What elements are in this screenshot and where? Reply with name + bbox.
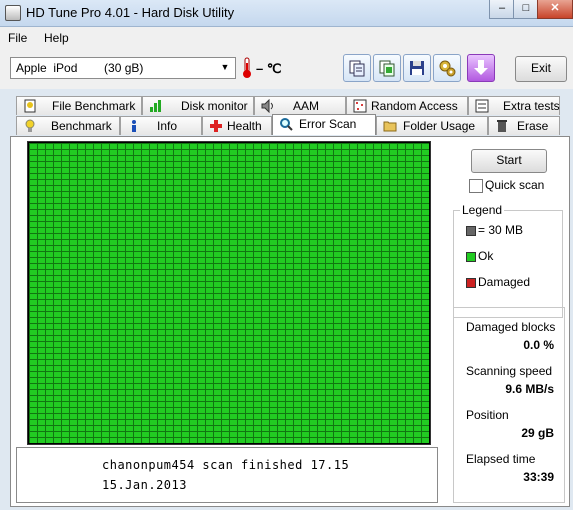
legend-block-label: = 30 MB xyxy=(478,223,524,237)
elapsed-time-value: 33:39 xyxy=(523,470,554,484)
thermometer-icon xyxy=(243,57,251,78)
copy-icon xyxy=(349,60,365,77)
scan-block-grid xyxy=(29,143,429,443)
menu-help[interactable]: Help xyxy=(44,31,69,45)
tab-label: Erase xyxy=(517,119,549,133)
notes-line-2: 15.Jan.2013 xyxy=(102,478,187,492)
notes-line-1: chanonpum454 scan finished 17.15 xyxy=(102,458,350,472)
tab-label: Random Access xyxy=(371,99,458,113)
magnifier-icon xyxy=(280,118,293,131)
exit-button[interactable]: Exit xyxy=(515,56,567,82)
copy-all-icon xyxy=(379,60,395,77)
scan-block-map xyxy=(27,141,431,445)
legend-group: Legend = 30 MB Ok Damaged xyxy=(453,203,563,318)
tab-label: Info xyxy=(157,119,178,133)
scanning-speed-label: Scanning speed xyxy=(466,364,553,378)
tab-label: Error Scan xyxy=(299,117,357,131)
position-label: Position xyxy=(466,408,509,422)
legend-ok-swatch xyxy=(466,252,476,262)
copy-all-button[interactable] xyxy=(373,54,401,82)
tab-extra-tests[interactable]: Extra tests xyxy=(468,96,560,115)
tab-erase[interactable]: Erase xyxy=(488,116,560,135)
drive-select[interactable]: Apple iPod (30 gB) ▼ xyxy=(10,57,236,79)
gears-icon xyxy=(439,60,456,77)
tab-row-bottom: Benchmark Info Health Error Scan Folder … xyxy=(10,114,570,136)
minimize-button[interactable]: – xyxy=(489,0,515,19)
scanning-speed-value: 9.6 MB/s xyxy=(505,382,554,396)
start-button[interactable]: Start xyxy=(471,149,547,173)
tab-label: Health xyxy=(227,119,262,133)
tab-label: Folder Usage xyxy=(403,119,476,133)
folder-icon xyxy=(383,121,397,132)
tab-error-scan[interactable]: Error Scan xyxy=(272,114,376,135)
scan-stats-group: Damaged blocks 0.0 % Scanning speed 9.6 … xyxy=(453,307,565,503)
title-bar: HD Tune Pro 4.01 - Hard Disk Utility – □… xyxy=(0,0,573,27)
legend-damaged-label: Damaged xyxy=(478,275,531,289)
menu-file[interactable]: File xyxy=(8,31,27,45)
close-button[interactable]: ✕ xyxy=(537,0,573,19)
tab-label: AAM xyxy=(293,99,320,113)
arrow-down-icon xyxy=(474,60,488,75)
legend-block-swatch xyxy=(466,226,476,236)
tab-row-top: File Benchmark Disk monitor AAM Random A… xyxy=(10,96,570,116)
lightbulb-icon xyxy=(25,119,35,132)
legend-ok-label: Ok xyxy=(478,249,494,263)
temperature-readout: – ℃ xyxy=(256,61,282,76)
error-scan-panel: chanonpum454 scan finished 17.15 15.Jan.… xyxy=(10,136,570,507)
tab-label: Extra tests xyxy=(503,99,560,113)
copy-info-button[interactable] xyxy=(343,54,371,82)
floppy-save-icon xyxy=(410,61,424,75)
notes-box[interactable]: chanonpum454 scan finished 17.15 15.Jan.… xyxy=(16,447,438,503)
legend-damaged-swatch xyxy=(466,278,476,288)
toolbar: Apple iPod (30 gB) ▼ – ℃ Exit xyxy=(0,49,573,89)
menu-bar: File Help xyxy=(0,27,573,49)
trash-icon xyxy=(497,120,507,132)
tab-random-access[interactable]: Random Access xyxy=(346,96,468,115)
options-button[interactable] xyxy=(433,54,461,82)
quick-scan-label: Quick scan xyxy=(485,178,545,192)
download-button[interactable] xyxy=(467,54,495,82)
tab-info[interactable]: Info xyxy=(120,116,202,135)
elapsed-time-label: Elapsed time xyxy=(466,452,536,466)
speaker-icon xyxy=(261,99,273,113)
file-benchmark-icon xyxy=(24,99,36,113)
health-cross-icon xyxy=(210,120,222,132)
position-value: 29 gB xyxy=(521,426,554,440)
tab-health[interactable]: Health xyxy=(202,116,272,135)
tab-label: Disk monitor xyxy=(181,99,248,113)
tab-benchmark[interactable]: Benchmark xyxy=(16,116,120,135)
random-access-icon xyxy=(353,99,367,113)
info-icon xyxy=(132,120,136,132)
disk-monitor-icon xyxy=(150,100,161,112)
tab-label: Benchmark xyxy=(51,119,112,133)
damaged-blocks-value: 0.0 % xyxy=(523,338,554,352)
legend-title: Legend xyxy=(460,203,505,217)
chevron-down-icon: ▼ xyxy=(220,62,230,72)
tab-file-benchmark[interactable]: File Benchmark xyxy=(16,96,142,115)
tab-disk-monitor[interactable]: Disk monitor xyxy=(142,96,254,115)
tab-label: File Benchmark xyxy=(52,99,136,113)
drive-select-value: Apple iPod (30 gB) xyxy=(16,61,144,75)
tab-folder-usage[interactable]: Folder Usage xyxy=(376,116,488,135)
damaged-blocks-label: Damaged blocks xyxy=(466,320,556,334)
extra-tests-icon xyxy=(475,99,489,113)
window-title: HD Tune Pro 4.01 - Hard Disk Utility xyxy=(26,5,235,20)
maximize-button[interactable]: □ xyxy=(513,0,539,19)
save-button[interactable] xyxy=(403,54,431,82)
quick-scan-box[interactable] xyxy=(469,179,483,193)
app-icon xyxy=(5,5,21,21)
tab-aam[interactable]: AAM xyxy=(254,96,346,115)
